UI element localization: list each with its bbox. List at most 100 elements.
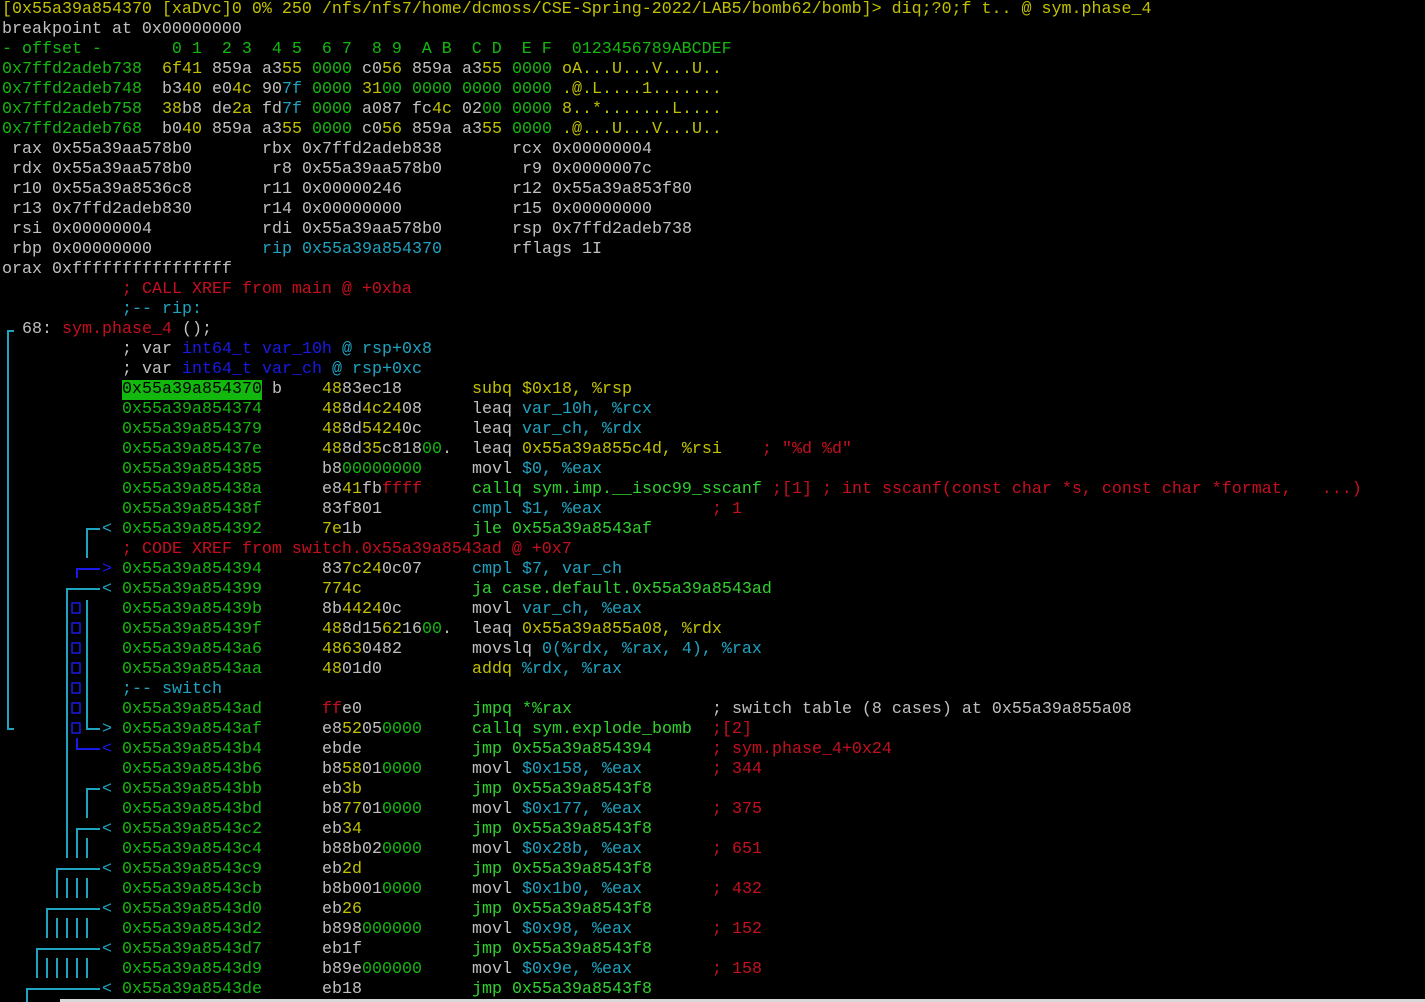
instruction-address[interactable]: 0x55a39a8543cb [122,880,262,900]
instruction-address[interactable]: 0x55a39a8543b6 [122,760,262,780]
instruction-bytes: 774c [322,580,362,599]
hexdump-word: 0000 [512,80,552,99]
instruction-address[interactable]: 0x55a39a854370 [122,380,262,400]
instruction-mnemonic: jmp [472,900,502,919]
instruction-operands: $0x28b, %eax [522,840,642,859]
instruction-bytes: 488d35c81800. [322,440,452,459]
hexdump-ascii: .@.L....1....... [562,80,722,99]
instruction-operands: 0(%rdx, %rax, 4), %rax [542,640,762,659]
hexdump-word: b340 [162,80,202,99]
instruction-bytes: ebde [322,740,362,759]
var-location: rsp+0x8 [362,340,432,359]
instruction-address[interactable]: 0x55a39a85438f [122,500,262,520]
register-value: 0x0000007c [552,160,652,179]
hexdump-word: 859a [212,60,252,79]
instruction-bytes: 488d4c2408 [322,400,422,419]
instruction-mnemonic: movl [472,600,512,619]
instruction-operands: 0x55a39a8543f8 [512,940,652,959]
register-value: 0x00000004 [552,140,652,159]
instruction-comment: ; 651 [712,840,762,859]
instruction-bytes: 7e1b [322,520,362,539]
xref-text[interactable]: ; CODE XREF from switch.0x55a39a8543ad @… [122,540,572,560]
instruction-address[interactable]: 0x55a39a8543c2 [122,820,262,840]
instruction-operands: $0x9e, %eax [522,960,632,979]
instruction-address[interactable]: 0x55a39a8543d7 [122,940,262,960]
instruction-mnemonic: subq [472,380,512,399]
instruction-operands: $0x98, %eax [522,920,632,939]
instruction-bytes: b858010000 [322,760,422,779]
instruction-bytes: e852050000 [322,720,422,739]
instruction-address[interactable]: 0x55a39a854399 [122,580,262,600]
instruction-mnemonic: jmp [472,740,502,759]
instruction-mnemonic: movslq [472,640,532,659]
instruction-mnemonic: jmp [472,940,502,959]
xref-text[interactable]: ; CALL XREF from main @ +0xba [122,280,412,300]
jump-line-c2 [76,828,100,858]
instruction-address[interactable]: 0x55a39a8543ad [122,700,262,720]
hexdump-word: b040 [162,120,202,139]
instruction-address[interactable]: 0x55a39a854379 [122,420,262,440]
command-prompt[interactable]: [0x55a39a854370 [xaDvc]0 0% 250 /nfs/nfs… [2,0,1151,20]
instruction-address[interactable]: 0x55a39a8543d2 [122,920,262,940]
instruction-address[interactable]: 0x55a39a8543bb [122,780,262,800]
hexdump-word: 0000 [312,80,352,99]
instruction-operands: $1, %eax [522,500,602,519]
instruction-address[interactable]: 0x55a39a8543bd [122,800,262,820]
instruction-address[interactable]: 0x55a39a85439f [122,620,262,640]
hexdump-word: 0000 [512,60,552,79]
instruction-comment: ; 1 [712,500,742,519]
instruction-bytes: eb1f [322,940,362,959]
instruction-address[interactable]: 0x55a39a85439b [122,600,262,620]
instruction-operands: sym.explode_bomb [532,720,692,739]
instruction-mnemonic: callq [472,480,522,499]
var-prefix: ; var [122,340,182,359]
hexdump-word: 38b8 [162,100,202,119]
instruction-mnemonic: movl [472,880,512,899]
var-type-name: int64_t var_ch [182,360,322,379]
hexdump-word: e04c [212,80,252,99]
instruction-bytes: b8b0010000 [322,880,422,899]
instruction-comment: ; 158 [712,960,762,979]
instruction-address[interactable]: 0x55a39a854374 [122,400,262,420]
instruction-mnemonic: jle [472,520,502,539]
instruction-address[interactable]: 0x55a39a8543aa [122,660,262,680]
instruction-address[interactable]: 0x55a39a8543c9 [122,860,262,880]
instruction-mnemonic: movl [472,920,512,939]
instruction-bytes: 48630482 [322,640,402,659]
instruction-address[interactable]: 0x55a39a8543b4 [122,740,262,760]
instruction-address[interactable]: 0x55a39a8543de [122,980,262,1000]
var-at: @ [332,340,362,359]
var-at: @ [322,360,352,379]
instruction-operands: $0, %eax [522,460,602,479]
instruction-address[interactable]: 0x55a39a854385 [122,460,262,480]
instruction-address[interactable]: 0x55a39a8543c4 [122,840,262,860]
instruction-address[interactable]: 0x55a39a854394 [122,560,262,580]
instruction-bytes: 488d54240c [322,420,422,439]
jump-line-d0 [46,908,100,938]
instruction-bytes: 83f801 [322,500,382,519]
instruction-address[interactable]: 0x55a39a8543a6 [122,640,262,660]
register-value: 0x00000000 [302,200,402,219]
instruction-operands: 0x55a39a8543f8 [512,900,652,919]
register-name: rcx [512,140,542,159]
hexdump-word: 0000 [512,120,552,139]
instruction-address[interactable]: 0x55a39a8543d0 [122,900,262,920]
instruction-comment: ;[2] [712,720,752,739]
jump-line-back-to-394 [76,568,100,578]
instruction-comment: ; sym.phase_4+0x24 [712,740,892,759]
instruction-address[interactable]: 0x55a39a85437e [122,440,262,460]
instruction-mnemonic: movl [472,840,512,859]
instruction-address[interactable]: 0x55a39a854392 [122,520,262,540]
hexdump-ascii: oA...U...V...U.. [562,60,722,79]
instruction-address[interactable]: 0x55a39a8543af [122,720,262,740]
instruction-address[interactable]: 0x55a39a85438a [122,480,262,500]
hexdump-word: 0000 [512,100,552,119]
hexdump-word: de2a [212,100,252,119]
instruction-address[interactable]: 0x55a39a8543d9 [122,960,262,980]
instruction-mnemonic: cmpl [472,560,512,579]
jump-graph [7,330,100,1002]
instruction-operands: 0x55a39a8543f8 [512,780,652,799]
instruction-operands: $0x18, %rsp [522,380,632,399]
instruction-mnemonic: movl [472,760,512,779]
instruction-bytes: b88b020000 [322,840,422,859]
